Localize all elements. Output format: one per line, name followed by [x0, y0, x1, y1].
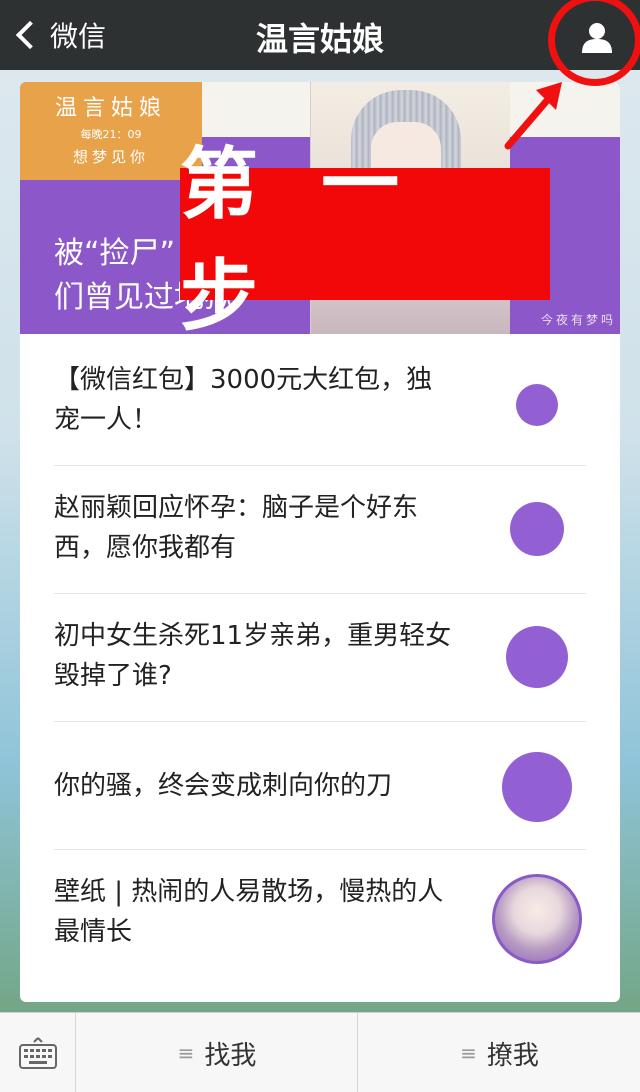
- article-title: 【微信红包】3000元大红包，独宠一人！: [54, 365, 433, 435]
- list-item[interactable]: 【微信红包】3000元大红包，独宠一人！: [54, 338, 586, 466]
- brand-stamp: 温言姑娘 每晚21：09 想梦见你: [20, 82, 202, 180]
- list-item[interactable]: 赵丽颖回应怀孕：脑子是个好东西，愿你我都有: [54, 466, 586, 594]
- banner-corner-text: 今夜有梦吗: [540, 313, 616, 327]
- keyboard-icon: [18, 1037, 57, 1069]
- menu-lines-icon: ≡: [177, 1041, 195, 1065]
- bottom-menu-bar: ≡ 找我 ≡ 撩我: [0, 1012, 640, 1092]
- list-item[interactable]: 你的骚，终会变成刺向你的刀: [54, 722, 586, 850]
- stamp-subtitle: 想梦见你: [72, 148, 149, 166]
- stamp-time: 每晚21：09: [80, 128, 142, 141]
- article-thumbnail: [510, 502, 564, 556]
- article-title: 你的骚，终会变成刺向你的刀: [54, 771, 393, 801]
- article-title: 壁纸 | 热闹的人易散场，慢热的人最情长: [54, 877, 444, 947]
- step-one-overlay: 第 一 步: [180, 140, 550, 342]
- highlight-circle: [548, 0, 640, 86]
- tab-label: 找我: [204, 1040, 257, 1071]
- nav-bar: 微信 温言姑娘: [0, 0, 640, 70]
- menu-lines-icon: ≡: [460, 1041, 477, 1065]
- list-item[interactable]: 壁纸 | 热闹的人易散场，慢热的人最情长: [54, 850, 586, 978]
- article-title: 赵丽颖回应怀孕：脑子是个好东西，愿你我都有: [54, 493, 419, 563]
- keyboard-toggle-button[interactable]: [0, 1013, 76, 1092]
- pointer-arrow-icon: [504, 82, 562, 150]
- tab-label: 撩我: [486, 1040, 539, 1071]
- article-title: 初中女生杀死11岁亲弟，重男轻女毁掉了谁?: [54, 621, 452, 691]
- article-thumbnail: [502, 752, 572, 822]
- menu-tab-find-me[interactable]: ≡ 找我: [77, 1013, 358, 1092]
- article-thumbnail: [506, 626, 568, 688]
- article-thumbnail: [516, 384, 558, 426]
- menu-tab-tease-me[interactable]: ≡ 撩我: [359, 1013, 640, 1092]
- list-item[interactable]: 初中女生杀死11岁亲弟，重男轻女毁掉了谁?: [54, 594, 586, 722]
- article-list: 【微信红包】3000元大红包，独宠一人！ 赵丽颖回应怀孕：脑子是个好东西，愿你我…: [20, 338, 620, 978]
- article-thumbnail-girl: [492, 874, 582, 964]
- stamp-title: 温言姑娘: [54, 96, 167, 121]
- page-title: 温言姑娘: [255, 20, 384, 58]
